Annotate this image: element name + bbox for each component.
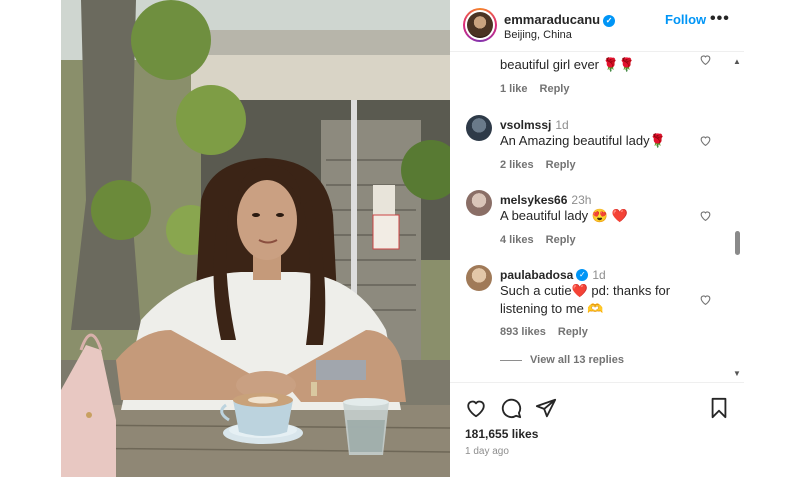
post-location[interactable]: Beijing, China: [504, 29, 572, 41]
view-replies-label[interactable]: View all 13 replies: [530, 354, 624, 366]
post-timestamp: 1 day ago: [465, 446, 509, 457]
more-options-icon[interactable]: •••: [710, 10, 730, 28]
commenter-avatar[interactable]: [466, 115, 492, 141]
comment-like-icon[interactable]: [699, 134, 712, 147]
comment-meta: 4 likes Reply: [500, 234, 588, 246]
comment-meta: 893 likes Reply: [500, 326, 600, 338]
comment-likes[interactable]: 1 like: [500, 83, 528, 95]
comment-text: An Amazing beautiful lady🌹: [500, 133, 666, 148]
scroll-up-icon[interactable]: ▲: [733, 57, 741, 66]
comment-reply-button[interactable]: Reply: [540, 83, 570, 95]
author-username-text[interactable]: emmaraducanu: [504, 12, 600, 27]
comment-text-line1: Such a cutie❤️ pd: thanks for: [500, 283, 671, 298]
post-photo: ›: [61, 0, 450, 477]
comment-meta: 2 likes Reply: [500, 159, 588, 171]
heart-icon[interactable]: [465, 397, 487, 419]
commenter-avatar[interactable]: [466, 190, 492, 216]
comment-icon[interactable]: [500, 397, 522, 419]
post-header: emmaraducanu ✓ Beijing, China Follow •••: [450, 0, 744, 52]
likes-count[interactable]: 181,655 likes: [465, 427, 538, 441]
verified-badge-icon: ✓: [603, 14, 616, 27]
commenter-avatar[interactable]: [466, 265, 492, 291]
comment-reply-button[interactable]: Reply: [546, 234, 576, 246]
comment-time: 1d: [555, 118, 569, 132]
comments-list: beautiful girl ever 🌹🌹 1 like Reply vsolm…: [450, 53, 744, 381]
scroll-down-icon[interactable]: ▼: [733, 369, 741, 378]
post-sidebar: emmaraducanu ✓ Beijing, China Follow ••• …: [450, 0, 744, 477]
comment-likes[interactable]: 4 likes: [500, 234, 534, 246]
follow-button[interactable]: Follow: [665, 12, 706, 27]
commenter-username[interactable]: paulabadosa: [500, 268, 573, 282]
view-replies-button[interactable]: View all 13 replies: [500, 354, 624, 366]
post-actions: 181,655 likes 1 day ago: [450, 382, 744, 477]
comment-reply-button[interactable]: Reply: [558, 326, 588, 338]
send-icon[interactable]: [535, 397, 557, 419]
verified-badge-icon: ✓: [576, 268, 589, 281]
comment-time: 23h: [571, 193, 592, 207]
replies-divider: [500, 359, 522, 361]
author-avatar[interactable]: [463, 8, 497, 42]
commenter-username[interactable]: vsolmssj: [500, 118, 551, 132]
comment-time: 1d: [592, 268, 606, 282]
comment-text: A beautiful lady 😍 ❤️: [500, 208, 628, 223]
author-username[interactable]: emmaraducanu ✓: [504, 12, 616, 27]
comment-like-icon[interactable]: [699, 53, 712, 66]
comments-scrollbar[interactable]: ▲ ▼: [730, 53, 744, 381]
comment-text: beautiful girl ever 🌹🌹: [500, 57, 635, 72]
comment-text-line2: listening to me 🫶: [500, 301, 604, 316]
comment-likes[interactable]: 2 likes: [500, 159, 534, 171]
commenter-username[interactable]: melsykes66: [500, 193, 567, 207]
scroll-thumb[interactable]: [735, 231, 740, 255]
comment-reply-button[interactable]: Reply: [546, 159, 576, 171]
comment-likes[interactable]: 893 likes: [500, 326, 546, 338]
post-image: [61, 0, 450, 477]
comment-like-icon[interactable]: [699, 293, 712, 306]
comment-meta: 1 like Reply: [500, 83, 582, 95]
bookmark-icon[interactable]: [708, 397, 730, 419]
comment-like-icon[interactable]: [699, 209, 712, 222]
